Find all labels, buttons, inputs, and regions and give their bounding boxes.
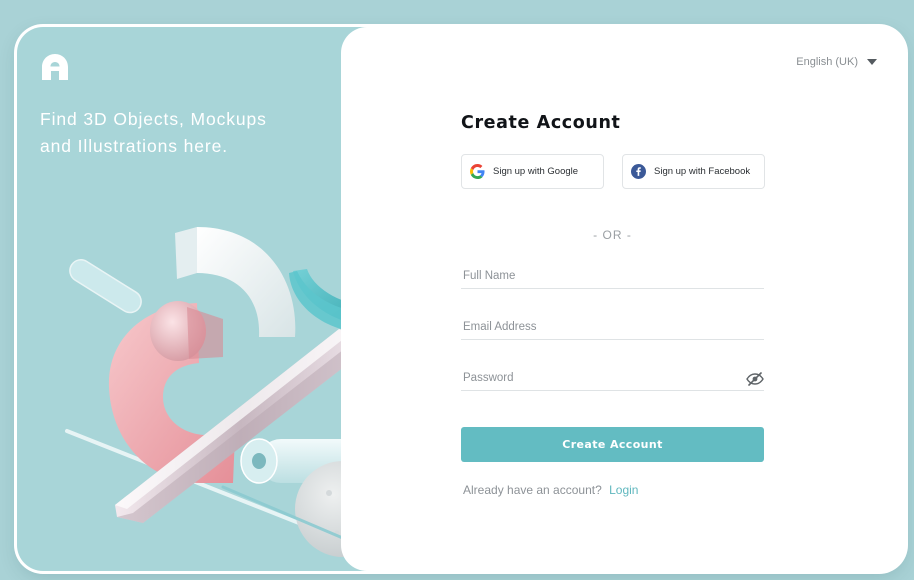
eye-slash-icon[interactable]	[746, 372, 764, 386]
or-separator: - OR -	[593, 228, 632, 242]
google-button-label: Sign up with Google	[493, 166, 579, 177]
google-icon	[470, 164, 485, 179]
facebook-icon	[631, 164, 646, 179]
login-prompt-text: Already have an account?	[463, 483, 602, 497]
email-input[interactable]	[461, 310, 764, 339]
login-prompt-row: Already have an account? Login	[463, 483, 638, 497]
full-name-field-wrapper	[461, 259, 764, 289]
tagline-line-1: Find 3D Objects, Mockups	[40, 109, 267, 129]
password-input[interactable]	[461, 361, 764, 390]
email-field-wrapper	[461, 310, 764, 340]
page-title: Create Account	[461, 113, 621, 133]
login-link[interactable]: Login	[609, 483, 638, 497]
abstract-a-logo-icon	[42, 54, 68, 80]
caret-down-icon	[867, 59, 877, 65]
signup-form-panel: English (UK) Create Account Sign up with…	[341, 27, 905, 571]
password-field-wrapper	[461, 361, 764, 391]
facebook-signup-button[interactable]: Sign up with Facebook	[622, 154, 765, 189]
full-name-input[interactable]	[461, 259, 764, 288]
hero-panel: Find 3D Objects, Mockups and Illustratio…	[17, 27, 426, 571]
language-selector[interactable]: English (UK)	[796, 56, 877, 68]
language-label: English (UK)	[796, 56, 858, 68]
hero-tagline: Find 3D Objects, Mockups and Illustratio…	[40, 106, 340, 160]
tagline-line-2: and Illustrations here.	[40, 136, 229, 156]
signup-card: Find 3D Objects, Mockups and Illustratio…	[17, 27, 905, 571]
create-account-button[interactable]: Create Account	[461, 427, 764, 462]
facebook-button-label: Sign up with Facebook	[654, 166, 751, 177]
google-signup-button[interactable]: Sign up with Google	[461, 154, 604, 189]
